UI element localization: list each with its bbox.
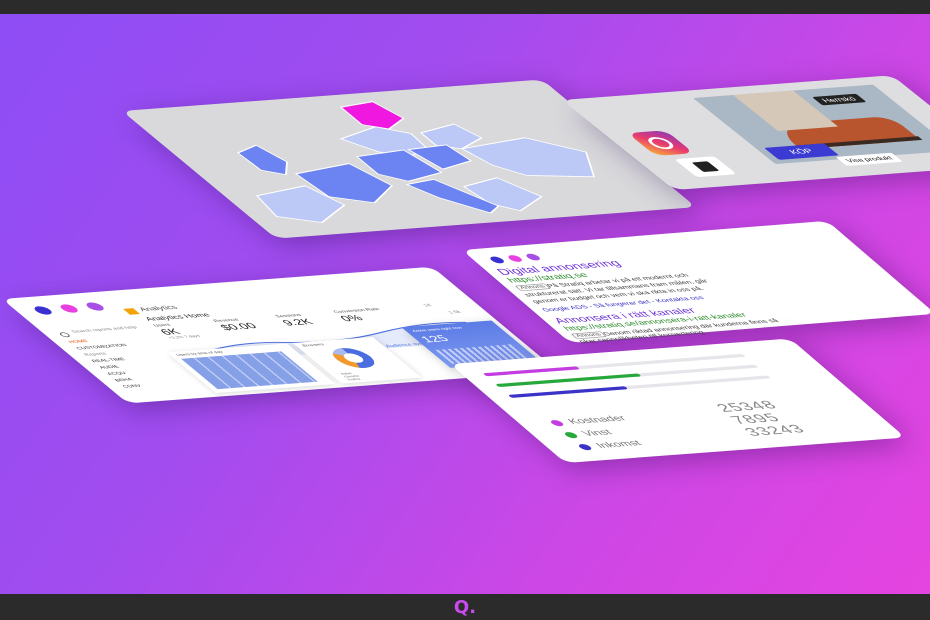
stats-legend-dot bbox=[562, 431, 580, 439]
metric-conversion[interactable]: Conversion Rate 0% bbox=[333, 306, 418, 324]
stats-bar-fill bbox=[495, 373, 642, 388]
stats-row-label: Kostnader bbox=[564, 413, 630, 426]
axis-label-mid: 1.5k bbox=[447, 310, 463, 315]
stats-bar-fill bbox=[507, 386, 629, 398]
metric-revenue[interactable]: Revenue $0.00 bbox=[213, 316, 278, 332]
search-ads-card: Digital annonsering https://stratiq.se A… bbox=[462, 220, 930, 345]
search-icon bbox=[58, 332, 72, 338]
browsers-title: Browsers bbox=[300, 342, 326, 348]
stats-row-value: 33243 bbox=[740, 422, 810, 439]
metric-sessions[interactable]: Sessions 9.2K bbox=[275, 311, 340, 327]
ads-window-dot-purple bbox=[523, 253, 543, 261]
ads-window-dot-pink bbox=[505, 254, 525, 263]
stats-legend-dot bbox=[576, 443, 594, 451]
shopping-bag-icon[interactable] bbox=[674, 156, 737, 178]
active-users-value: 125 bbox=[417, 333, 452, 345]
instagram-icon[interactable] bbox=[627, 130, 694, 156]
stats-legend-dot bbox=[548, 419, 566, 427]
top-bar bbox=[0, 0, 930, 14]
stats-bar-fill bbox=[482, 366, 581, 377]
sidebar-nav: HOME CUSTOMIZATION Reports REAL-TIME AUD… bbox=[68, 336, 190, 392]
brand-logo: Q. bbox=[453, 596, 477, 618]
browsers-donut bbox=[324, 346, 383, 370]
search-input[interactable]: Search reports and help bbox=[71, 326, 139, 334]
map-region-uk bbox=[236, 144, 288, 176]
stats-bar-track bbox=[507, 375, 772, 398]
window-dot-purple bbox=[83, 301, 107, 312]
axis-label-top: 1K bbox=[422, 303, 435, 308]
window-dot-blue bbox=[31, 305, 55, 316]
browser-legend-firefox: Firefox bbox=[346, 377, 362, 382]
map-region-highlight bbox=[339, 101, 405, 130]
analytics-logo-icon bbox=[123, 308, 140, 315]
ads-window-dot-blue bbox=[487, 256, 507, 264]
active-users-label: Active users right now bbox=[410, 326, 465, 334]
heatmap-grid bbox=[181, 351, 318, 390]
stats-bar-track bbox=[495, 364, 759, 388]
stats-row-label: Vinst bbox=[578, 427, 615, 438]
analytics-logo-label: Analytics bbox=[136, 303, 180, 313]
window-dot-pink bbox=[57, 303, 81, 314]
bottom-bar: Q. bbox=[0, 594, 930, 620]
stats-row-label: Inkomst bbox=[592, 438, 645, 450]
hero-stage: Herrskö KÖP Visa produkt Analytics Analy… bbox=[0, 14, 930, 594]
map-region-eastern-europe bbox=[460, 137, 596, 178]
